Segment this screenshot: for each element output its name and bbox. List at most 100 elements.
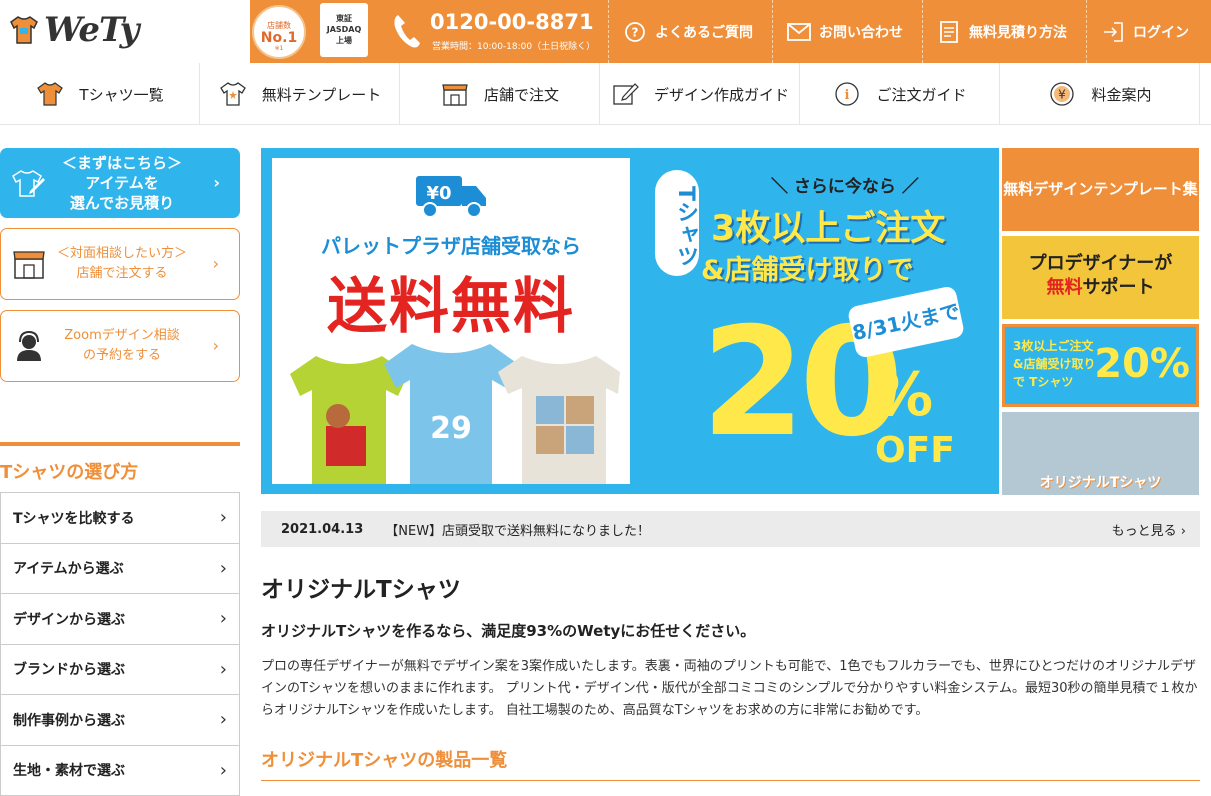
thumb-percent: 20%	[1094, 341, 1190, 387]
chevron-right-icon: ›	[213, 336, 219, 356]
sidebar-item-by-fabric[interactable]: 生地・素材で選ぶ ›	[1, 746, 239, 796]
question-circle-icon: ?	[623, 20, 647, 44]
promo-pickup: &店舗受け取りで	[701, 248, 914, 287]
news-bar: 2021.04.13 【NEW】店頭受取で送料無料になりました！ もっと見る ›	[261, 511, 1200, 547]
nav-free-template[interactable]: 無料テンプレート	[200, 63, 400, 125]
description-text: プロの専任デザイナーが無料でデザイン案を3案作成いたします。表裏・両袖のプリント…	[261, 656, 1200, 722]
store-icon	[440, 79, 470, 109]
sidebar-item-label: デザインから選ぶ	[13, 609, 125, 629]
info-icon: i	[832, 79, 862, 109]
template-shirt-icon	[218, 79, 248, 109]
login-link[interactable]: ログイン	[1086, 0, 1211, 63]
hero-banner[interactable]: ¥0 パレットプラザ店舗受取なら 送料無料 29 Tシャツ ＼ さらに今なら ／…	[261, 148, 999, 494]
chevron-right-icon: ›	[1181, 524, 1186, 539]
sidebar-section-title: Tシャツの選び方	[0, 442, 240, 484]
btn-line: Zoomデザイン相談	[64, 328, 179, 343]
store-count-badge: 店舗数 No.1 ※1	[252, 5, 306, 59]
nav-store-order[interactable]: 店舗で注文	[400, 63, 600, 125]
chevron-right-icon: ›	[220, 507, 227, 528]
phone-contact[interactable]: 0120-00-8871 営業時間：10:00-18:00（土日祝除く）	[392, 10, 602, 54]
yen-coin-icon: ¥	[1047, 79, 1077, 109]
delivery-truck-icon: ¥0	[414, 170, 488, 220]
listing-badge: 東証 JASDAQ 上場	[320, 3, 368, 57]
sidebar-menu: Tシャツを比較する › アイテムから選ぶ › デザインから選ぶ › ブランドから選ぶ ›…	[0, 492, 240, 796]
login-label: ログイン	[1133, 22, 1189, 42]
sidebar-item-by-design[interactable]: デザインから選ぶ ›	[1, 594, 239, 645]
envelope-icon	[787, 20, 811, 44]
free-shipping-subtitle: パレットプラザ店舗受取なら	[272, 230, 630, 259]
listing-line2: JASDAQ	[320, 24, 368, 35]
news-more-link[interactable]: もっと見る ›	[1112, 520, 1186, 539]
nav-pricing[interactable]: ¥ 料金案内	[1000, 63, 1200, 125]
tshirt-logo-icon	[8, 14, 40, 46]
thumb-original-tshirt[interactable]: オリジナルTシャツ	[1002, 412, 1199, 495]
nav-design-guide[interactable]: デザイン作成ガイド	[600, 63, 800, 125]
tshirt-tag: Tシャツ	[655, 170, 699, 276]
phone-number[interactable]: 0120-00-8871	[430, 10, 594, 34]
thumb-designer-support[interactable]: プロデザイナーが無料サポート	[1002, 236, 1199, 319]
thumb-discount-active[interactable]: 3枚以上ご注文 &店舗受け取りで Tシャツ20%	[1002, 324, 1199, 407]
news-link[interactable]: 【NEW】店頭受取で送料無料になりました！	[385, 520, 650, 539]
logo[interactable]: WeTy	[0, 0, 250, 63]
sidebar-item-compare[interactable]: Tシャツを比較する ›	[1, 493, 239, 544]
pencil-edit-icon	[610, 79, 640, 109]
sidebar-item-label: アイテムから選ぶ	[13, 558, 124, 578]
estimate-link[interactable]: 無料見積り方法	[922, 0, 1086, 63]
page-title: オリジナルTシャツ	[261, 570, 461, 604]
svg-text:?: ?	[632, 25, 639, 39]
news-more-label: もっと見る	[1112, 524, 1177, 539]
estimate-label: 無料見積り方法	[969, 22, 1067, 42]
discount-panel: Tシャツ ＼ さらに今なら ／ 3枚以上ご注文 &店舗受け取りで 20 % OF…	[641, 148, 999, 494]
chevron-right-icon: ›	[220, 659, 227, 680]
faq-link[interactable]: ? よくあるご質問	[608, 0, 772, 63]
sidebar-item-label: 生地・素材で選ぶ	[13, 760, 125, 780]
btn-line: ＜対面相談したい方＞	[57, 246, 187, 261]
truck-price: ¥0	[426, 183, 451, 204]
svg-text:29: 29	[430, 411, 472, 446]
lead-text: オリジナルTシャツを作るなら、満足度93%のWetyにお任せください。	[261, 620, 755, 641]
global-nav: Tシャツ一覧 無料テンプレート 店舗で注文 デザイン作成ガイド i ご注文ガイド…	[0, 63, 1211, 125]
discount-off: OFF	[875, 430, 955, 471]
nav-label: ご注文ガイド	[876, 84, 966, 105]
chevron-right-icon: ›	[220, 760, 227, 781]
store-icon	[11, 246, 47, 282]
chevron-right-icon: ›	[220, 558, 227, 579]
sidebar-item-label: Tシャツを比較する	[13, 508, 135, 528]
site-header: WeTy 店舗数 No.1 ※1 東証 JASDAQ 上場 0120-00-88…	[0, 0, 1211, 63]
chevron-right-icon: ›	[220, 608, 227, 629]
operator-headset-icon	[11, 328, 47, 364]
business-hours: 営業時間：10:00-18:00（土日祝除く）	[432, 39, 595, 52]
sidebar-item-by-brand[interactable]: ブランドから選ぶ ›	[1, 645, 239, 696]
svg-text:¥: ¥	[1059, 88, 1067, 102]
contact-label: お問い合わせ	[819, 22, 903, 42]
nav-label: Tシャツ一覧	[79, 84, 163, 105]
free-shipping-panel: ¥0 パレットプラザ店舗受取なら 送料無料 29	[272, 158, 630, 484]
btn-line: 選んでお見積り	[70, 194, 174, 212]
sidebar-item-by-case[interactable]: 制作事例から選ぶ ›	[1, 695, 239, 746]
discount-percent: %	[873, 360, 933, 430]
sidebar-item-label: ブランドから選ぶ	[13, 659, 125, 679]
badge-value: No.1	[254, 31, 304, 45]
thumb-free-template[interactable]: 無料デザインテンプレート集	[1002, 148, 1199, 231]
chevron-right-icon: ›	[220, 709, 227, 730]
thumb-label: 無料デザインテンプレート集	[1003, 180, 1198, 198]
svg-text:i: i	[845, 88, 850, 103]
sidebar-item-label: 制作事例から選ぶ	[13, 710, 125, 730]
estimate-item-button[interactable]: ＜まずはこちら＞アイテムを選んでお見積り ›	[0, 148, 240, 218]
nav-order-guide[interactable]: i ご注文ガイド	[800, 63, 1000, 125]
zoom-consult-button[interactable]: Zoomデザイン相談の予約をする ›	[0, 310, 240, 382]
thumb-label: プロデザイナーが	[1029, 253, 1173, 274]
store-consult-button[interactable]: ＜対面相談したい方＞店舗で注文する ›	[0, 228, 240, 300]
nav-label: 無料テンプレート	[262, 84, 382, 105]
listing-line3: 上場	[320, 35, 368, 46]
nav-label: 料金案内	[1091, 84, 1151, 105]
contact-link[interactable]: お問い合わせ	[772, 0, 922, 63]
nav-tshirt-list[interactable]: Tシャツ一覧	[0, 63, 200, 125]
faq-label: よくあるご質問	[655, 22, 753, 42]
promo-condition: 3枚以上ご注文	[711, 200, 945, 251]
btn-line: アイテムを	[85, 174, 159, 192]
sample-tshirts-illustration: 29	[286, 336, 620, 484]
thumb-label-free: 無料	[1047, 277, 1083, 298]
sidebar-item-by-item[interactable]: アイテムから選ぶ ›	[1, 544, 239, 595]
free-shipping-title: 送料無料	[272, 258, 630, 345]
